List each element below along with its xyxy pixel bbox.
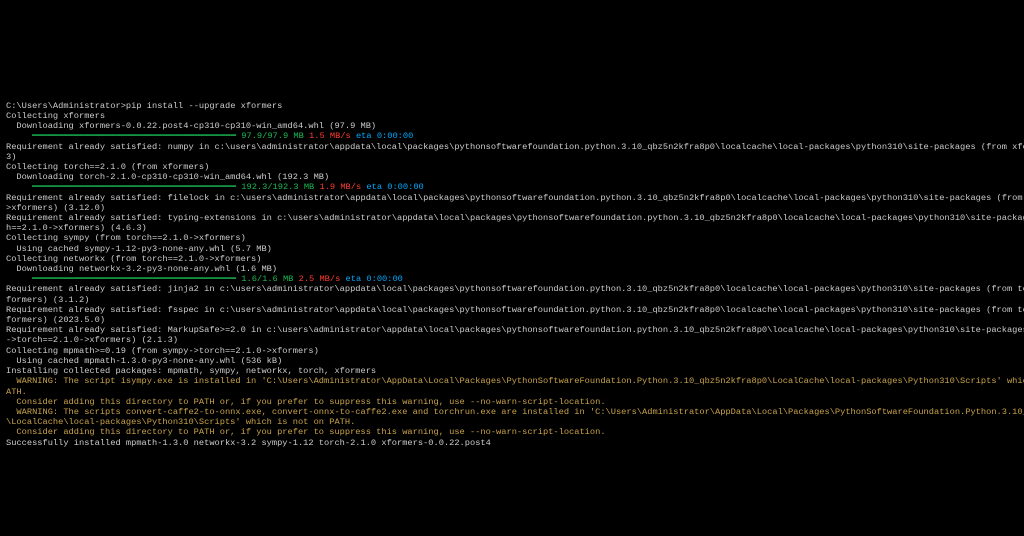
output-line: formers) (2023.5.0) bbox=[6, 315, 1018, 325]
warning-line: WARNING: The scripts convert-caffe2-to-o… bbox=[6, 407, 1018, 417]
output-line: Requirement already satisfied: fsspec in… bbox=[6, 305, 1018, 315]
output-line: Collecting torch==2.1.0 (from xformers) bbox=[6, 162, 1018, 172]
output-line: Successfully installed mpmath-1.3.0 netw… bbox=[6, 438, 1018, 448]
shell-prompt: C:\Users\Administrator> bbox=[6, 101, 126, 111]
warning-line: ATH. bbox=[6, 387, 1018, 397]
progress-size: 192.3/192.3 MB bbox=[241, 182, 314, 192]
progress-bar-icon: ━━━━━━━━━━━━━━━━━━━━━━━━━━━━━━━━━━━━━━━ bbox=[6, 131, 241, 141]
output-line: Downloading torch-2.1.0-cp310-cp310-win_… bbox=[6, 172, 1018, 182]
output-line: Requirement already satisfied: jinja2 in… bbox=[6, 284, 1018, 294]
warning-line: \LocalCache\local-packages\Python310\Scr… bbox=[6, 417, 1018, 427]
output-line: ->torch==2.1.0->xformers) (2.1.3) bbox=[6, 335, 1018, 345]
output-line: Requirement already satisfied: MarkupSaf… bbox=[6, 325, 1018, 335]
terminal-output[interactable]: C:\Users\Administrator>pip install --upg… bbox=[6, 101, 1018, 448]
progress-line: ━━━━━━━━━━━━━━━━━━━━━━━━━━━━━━━━━━━━━━━ … bbox=[6, 182, 1018, 192]
progress-eta: eta 0:00:00 bbox=[361, 182, 424, 192]
progress-line: ━━━━━━━━━━━━━━━━━━━━━━━━━━━━━━━━━━━━━━━ … bbox=[6, 274, 1018, 284]
progress-bar-icon: ━━━━━━━━━━━━━━━━━━━━━━━━━━━━━━━━━━━━━━━ bbox=[6, 182, 241, 192]
output-line: Requirement already satisfied: typing-ex… bbox=[6, 213, 1018, 223]
warning-line: WARNING: The script isympy.exe is instal… bbox=[6, 376, 1018, 386]
output-line: >xformers) (3.12.0) bbox=[6, 203, 1018, 213]
output-line: Requirement already satisfied: numpy in … bbox=[6, 142, 1018, 152]
output-line: 3) bbox=[6, 152, 1018, 162]
warning-line: Consider adding this directory to PATH o… bbox=[6, 427, 1018, 437]
progress-speed: 2.5 MB/s bbox=[293, 274, 340, 284]
output-line: Installing collected packages: mpmath, s… bbox=[6, 366, 1018, 376]
progress-bar-icon: ━━━━━━━━━━━━━━━━━━━━━━━━━━━━━━━━━━━━━━━ bbox=[6, 274, 241, 284]
prompt-line: C:\Users\Administrator>pip install --upg… bbox=[6, 101, 1018, 111]
output-line: Collecting xformers bbox=[6, 111, 1018, 121]
progress-eta: eta 0:00:00 bbox=[340, 274, 403, 284]
progress-speed: 1.5 MB/s bbox=[304, 131, 351, 141]
output-line: h==2.1.0->xformers) (4.6.3) bbox=[6, 223, 1018, 233]
output-line: Downloading xformers-0.0.22.post4-cp310-… bbox=[6, 121, 1018, 131]
output-line: Using cached mpmath-1.3.0-py3-none-any.w… bbox=[6, 356, 1018, 366]
output-line: formers) (3.1.2) bbox=[6, 295, 1018, 305]
output-line: Collecting mpmath>=0.19 (from sympy->tor… bbox=[6, 346, 1018, 356]
output-line: Using cached sympy-1.12-py3-none-any.whl… bbox=[6, 244, 1018, 254]
output-line: Downloading networkx-3.2-py3-none-any.wh… bbox=[6, 264, 1018, 274]
progress-eta: eta 0:00:00 bbox=[351, 131, 414, 141]
output-line: Collecting networkx (from torch==2.1.0->… bbox=[6, 254, 1018, 264]
progress-size: 1.6/1.6 MB bbox=[241, 274, 293, 284]
progress-size: 97.9/97.9 MB bbox=[241, 131, 304, 141]
progress-line: ━━━━━━━━━━━━━━━━━━━━━━━━━━━━━━━━━━━━━━━ … bbox=[6, 131, 1018, 141]
output-line: Collecting sympy (from torch==2.1.0->xfo… bbox=[6, 233, 1018, 243]
output-line: Requirement already satisfied: filelock … bbox=[6, 193, 1018, 203]
progress-speed: 1.9 MB/s bbox=[314, 182, 361, 192]
warning-line: Consider adding this directory to PATH o… bbox=[6, 397, 1018, 407]
command-text: pip install --upgrade xformers bbox=[126, 101, 282, 111]
